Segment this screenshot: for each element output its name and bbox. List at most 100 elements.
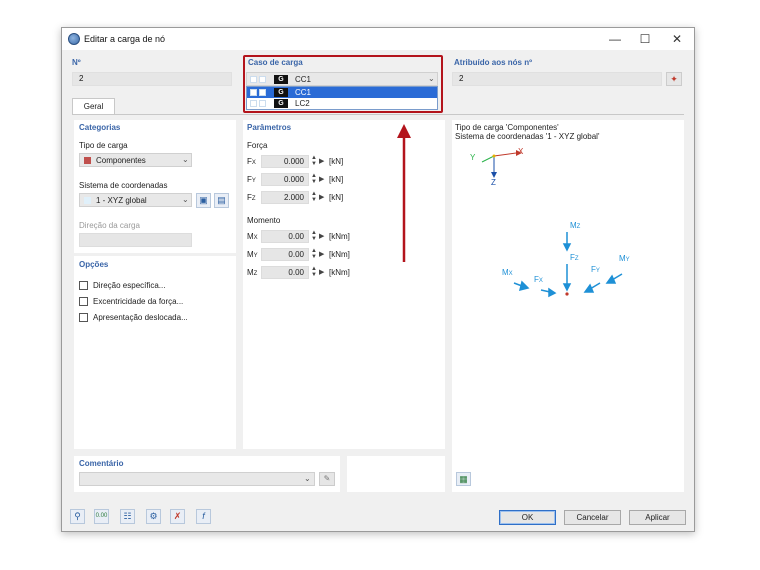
force-x-input[interactable]: 0.000: [261, 155, 309, 168]
options-panel: Opções Direção específica... Excentricid…: [74, 256, 236, 449]
comment-label: Comentário: [79, 459, 124, 468]
arrow-right-icon[interactable]: ▶: [319, 175, 324, 183]
fy-label: FY: [591, 265, 600, 274]
option-direction[interactable]: Direção específica...: [79, 280, 229, 291]
coord-swatch: [84, 197, 91, 204]
arrow-right-icon[interactable]: ▶: [319, 268, 324, 276]
arrow-right-icon[interactable]: ▶: [319, 157, 324, 165]
mz-label: MZ: [570, 221, 581, 230]
param-symbol: MY: [247, 250, 258, 259]
parameters-title: Parâmetros: [247, 123, 292, 132]
edit-coord-system-icon[interactable]: ▤: [214, 193, 229, 208]
load-type-color-swatch: [84, 157, 91, 164]
pick-node-icon[interactable]: ✦: [666, 72, 682, 86]
coord-combo[interactable]: 1 - XYZ global ⌄: [79, 193, 192, 207]
comment-edit-icon[interactable]: ✎: [319, 472, 335, 486]
chevron-down-icon[interactable]: ⌄: [182, 195, 189, 204]
arrow-right-icon[interactable]: ▶: [319, 193, 324, 201]
direction-label: Direção da carga: [79, 221, 140, 230]
no-field[interactable]: 2: [72, 72, 232, 86]
moment-y-input[interactable]: 0.00: [261, 248, 309, 261]
unit-label: [kNm]: [329, 232, 350, 241]
param-symbol: FX: [247, 157, 256, 166]
option-eccentricity[interactable]: Excentricidade da força...: [79, 296, 229, 307]
checkbox[interactable]: [79, 297, 88, 306]
moment-z-input[interactable]: 0.00: [261, 266, 309, 279]
force-y-input[interactable]: 0.000: [261, 173, 309, 186]
unit-label: [kN]: [329, 157, 344, 166]
my-label: MY: [619, 254, 630, 263]
checkbox[interactable]: [79, 313, 88, 322]
minimize-button[interactable]: —: [606, 31, 624, 47]
cancel-button[interactable]: Cancelar: [564, 510, 621, 525]
no-label: Nº: [72, 58, 81, 67]
preview-options-icon[interactable]: ▦: [456, 472, 471, 486]
delete-icon[interactable]: ✗: [170, 509, 185, 524]
option-label: Excentricidade da força...: [93, 297, 184, 306]
new-coord-system-icon[interactable]: ▣: [196, 193, 211, 208]
axis-z-label: Z: [491, 178, 496, 187]
apply-button[interactable]: Aplicar: [629, 510, 686, 525]
spinner[interactable]: ▲ ▼: [311, 191, 317, 203]
direction-combo: [79, 233, 192, 247]
assigned-field[interactable]: 2: [452, 72, 662, 86]
window-title: Editar a carga de nó: [84, 34, 166, 44]
close-button[interactable]: ✕: [668, 31, 686, 47]
spinner[interactable]: ▲ ▼: [311, 173, 317, 185]
chevron-down-icon[interactable]: ⌄: [182, 155, 189, 164]
fz-label: FZ: [570, 253, 579, 262]
fx-label: FX: [534, 275, 543, 284]
option-offset[interactable]: Apresentação deslocada...: [79, 312, 229, 323]
option-label: Apresentação deslocada...: [93, 313, 188, 322]
view-icon[interactable]: ⚙: [146, 509, 161, 524]
param-symbol: MZ: [247, 268, 258, 277]
load-type-combo[interactable]: Componentes ⌄: [79, 153, 192, 167]
axis-y-label: Y: [470, 153, 476, 162]
coord-label: Sistema de coordenadas: [79, 181, 168, 190]
param-symbol: FZ: [247, 193, 256, 202]
option-label: Direção específica...: [93, 281, 166, 290]
checkbox[interactable]: [79, 281, 88, 290]
spinner[interactable]: ▲ ▼: [311, 266, 317, 278]
tab-divider: [72, 114, 684, 115]
moment-x-input[interactable]: 0.00: [261, 230, 309, 243]
comment-combo[interactable]: ⌄: [79, 472, 315, 486]
force-label: Força: [247, 141, 268, 150]
param-symbol: FY: [247, 175, 256, 184]
arrow-right-icon[interactable]: ▶: [319, 250, 324, 258]
highlight-frame: [243, 55, 443, 113]
unit-label: [kNm]: [329, 250, 350, 259]
function-icon[interactable]: f: [196, 509, 211, 524]
load-type-value: Componentes: [96, 156, 146, 165]
spinner[interactable]: ▲ ▼: [311, 155, 317, 167]
spinner[interactable]: ▲ ▼: [311, 230, 317, 242]
unit-label: [kN]: [329, 175, 344, 184]
mx-label: MX: [502, 268, 513, 277]
preview-line-1: Tipo de carga 'Componentes': [455, 123, 559, 132]
blank-panel: [347, 456, 445, 492]
assigned-label: Atribuído aos nós nº: [454, 58, 533, 67]
force-z-input[interactable]: 2.000: [261, 191, 309, 204]
unit-label: [kN]: [329, 193, 344, 202]
categories-panel: Categorias Tipo de carga Componentes ⌄ S…: [74, 120, 236, 253]
coord-value: 1 - XYZ global: [96, 196, 147, 205]
parameters-panel: Parâmetros Força FX 0.000 ▲ ▼ ▶ [kN] FY 0…: [243, 120, 445, 449]
arrow-right-icon[interactable]: ▶: [319, 232, 324, 240]
zoom-icon[interactable]: ⚲: [70, 509, 85, 524]
tab-label: Geral: [83, 102, 104, 111]
maximize-button[interactable]: ☐: [636, 31, 654, 47]
chevron-down-icon[interactable]: ⌄: [304, 474, 311, 483]
axis-x-label: X: [518, 147, 524, 156]
comment-panel: Comentário ⌄ ✎: [74, 456, 340, 492]
preview-panel: Tipo de carga 'Componentes' Sistema de c…: [452, 120, 684, 492]
units-icon[interactable]: 0.00: [94, 509, 109, 524]
tab-geral[interactable]: Geral: [72, 98, 115, 114]
ok-button[interactable]: OK: [499, 510, 556, 525]
categories-title: Categorias: [79, 123, 121, 132]
load-type-label: Tipo de carga: [79, 141, 128, 150]
title-bar: Editar a carga de nó — ☐ ✕: [62, 28, 694, 50]
dialog-window: Editar a carga de nó — ☐ ✕ Nº 2 Caso de …: [61, 27, 695, 532]
spinner[interactable]: ▲ ▼: [311, 248, 317, 260]
moment-label: Momento: [247, 216, 281, 225]
table-icon[interactable]: ☷: [120, 509, 135, 524]
